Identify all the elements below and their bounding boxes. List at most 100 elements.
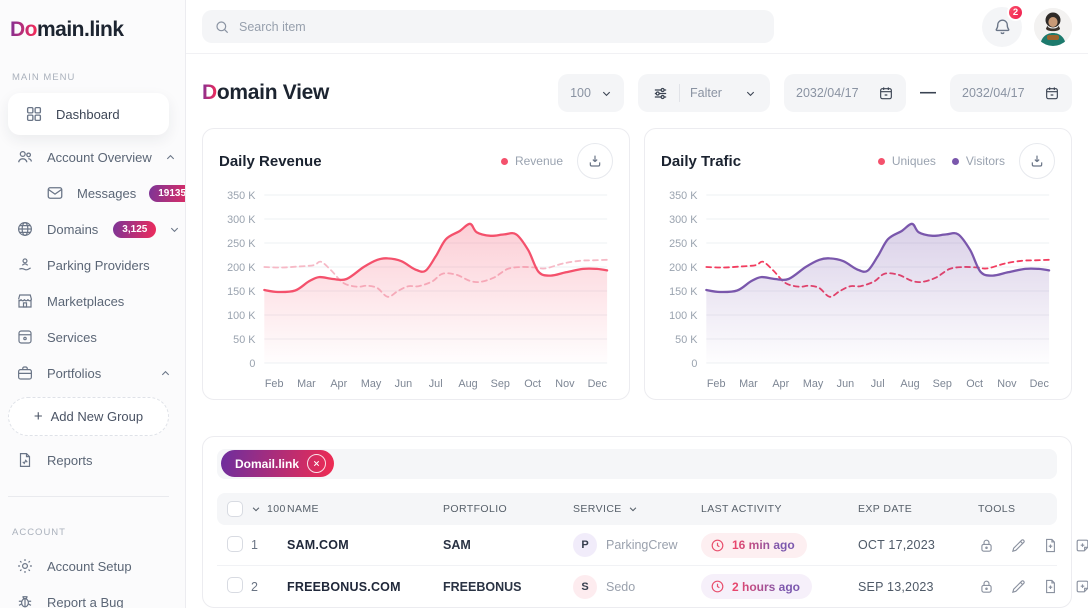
svg-text:250 K: 250 K [669, 238, 698, 250]
svg-text:Apr: Apr [330, 378, 347, 390]
sidebar-item-label: Messages [77, 186, 136, 201]
chart-title: Daily Trafic [661, 153, 741, 170]
activity-pill: 16 min ago [701, 533, 807, 558]
filter-value: Falter [690, 86, 722, 100]
column-header-exp-date[interactable]: EXP DATE [858, 503, 978, 515]
svg-text:Feb: Feb [707, 378, 726, 390]
add-new-group-button[interactable]: + Add New Group [8, 397, 169, 436]
brand-rest: main.link [37, 18, 124, 41]
sidebar-item-messages[interactable]: Messages 19135 [0, 175, 185, 211]
filter-tag-label: Domail.link [235, 457, 299, 471]
download-icon [587, 153, 603, 169]
gear-icon [16, 557, 34, 575]
svg-text:Nov: Nov [555, 378, 575, 390]
filter-dropdown[interactable]: Falter [638, 74, 770, 112]
column-header-service[interactable]: SERVICE [573, 503, 701, 515]
sidebar-item-account-overview[interactable]: Account Overview [0, 139, 185, 175]
brand-accent: Do [10, 18, 37, 41]
service-cell: S Sedo [573, 575, 701, 599]
svg-text:Sep: Sep [491, 378, 510, 390]
svg-text:350 K: 350 K [669, 190, 698, 202]
search-box[interactable] [202, 10, 774, 43]
select-count-value: 100 [267, 503, 286, 515]
note-add-button[interactable] [1074, 578, 1088, 595]
download-button[interactable] [577, 143, 613, 179]
domain-name[interactable]: SAM.COM [287, 538, 443, 552]
domain-name[interactable]: FREEBONUS.COM [287, 580, 443, 594]
edit-button[interactable] [1010, 578, 1027, 595]
table-row[interactable]: 1 SAM.COM SAM P ParkingCrew 16 min ago [217, 525, 1057, 566]
search-input[interactable] [239, 20, 762, 34]
app-root: Domain.link MAIN MENU Dashboard Account … [0, 0, 1088, 608]
sidebar-item-report-bug[interactable]: Report a Bug [0, 584, 185, 608]
parking-hand-icon [16, 256, 34, 274]
svg-text:Mar: Mar [297, 378, 316, 390]
brand-logo[interactable]: Domain.link [0, 14, 185, 42]
file-plus-button[interactable] [1042, 537, 1059, 554]
svg-text:Oct: Oct [524, 378, 541, 390]
svg-text:200 K: 200 K [669, 262, 698, 274]
chevron-down-icon [745, 88, 756, 99]
page-size-value: 100 [570, 86, 591, 100]
search-icon [214, 19, 230, 35]
activity-text: 16 min ago [732, 538, 795, 552]
download-icon [1029, 153, 1045, 169]
messages-count-badge: 19135 [149, 185, 186, 202]
sidebar-item-account-setup[interactable]: Account Setup [0, 548, 185, 584]
edit-button[interactable] [1010, 537, 1027, 554]
divider [679, 84, 680, 102]
filter-tag[interactable]: Domail.link [221, 450, 334, 477]
sidebar-item-dashboard[interactable]: Dashboard [8, 93, 169, 135]
activity-pill: 2 hours ago [701, 574, 812, 599]
column-header-tools: TOOLS [978, 503, 1057, 515]
sidebar-item-label: Dashboard [56, 107, 120, 122]
date-from-value: 2032/04/17 [796, 86, 859, 100]
bell-icon [993, 17, 1012, 36]
report-document-icon [16, 451, 34, 469]
svg-text:May: May [361, 378, 382, 390]
user-avatar[interactable] [1034, 8, 1072, 46]
sidebar-item-label: Parking Providers [47, 258, 150, 273]
lock-button[interactable] [978, 578, 995, 595]
column-header-name[interactable]: NAME [287, 503, 443, 515]
sidebar-item-portfolios[interactable]: Portfolios [0, 355, 185, 391]
sidebar-item-label: Services [47, 330, 97, 345]
plus-icon: + [34, 408, 43, 425]
download-button[interactable] [1019, 143, 1055, 179]
column-header-portfolio[interactable]: PORTFOLIO [443, 503, 573, 515]
column-header-last-activity[interactable]: LAST ACTIVITY [701, 503, 858, 515]
row-checkbox[interactable] [227, 536, 243, 552]
notification-count-badge: 2 [1007, 4, 1024, 21]
sidebar-item-reports[interactable]: Reports [0, 442, 185, 478]
lock-button[interactable] [978, 537, 995, 554]
chevron-up-icon [160, 368, 171, 379]
chevron-down-icon [169, 224, 180, 235]
last-activity-cell: 16 min ago [701, 533, 858, 558]
portfolio-value: FREEBONUS [443, 580, 573, 594]
file-plus-button[interactable] [1042, 578, 1059, 595]
close-icon[interactable] [307, 454, 326, 473]
svg-text:Mar: Mar [739, 378, 758, 390]
table-row[interactable]: 2 FREEBONUS.COM FREEBONUS S Sedo 2 hours… [217, 566, 1057, 607]
date-from-picker[interactable]: 2032/04/17 [784, 74, 906, 112]
svg-text:Dec: Dec [588, 378, 608, 390]
sliders-icon [652, 85, 669, 102]
page-head: Domain View 100 Falter [202, 74, 1072, 112]
note-add-button[interactable] [1074, 537, 1088, 554]
date-to-picker[interactable]: 2032/04/17 [950, 74, 1072, 112]
page-size-dropdown[interactable]: 100 [558, 74, 624, 112]
chevron-down-icon [628, 504, 638, 514]
select-count-dropdown[interactable]: 100 [251, 503, 287, 515]
sidebar-item-domains[interactable]: Domains 3,125 [0, 211, 185, 247]
svg-text:200 K: 200 K [227, 262, 256, 274]
sidebar-item-marketplaces[interactable]: Marketplaces [0, 283, 185, 319]
sidebar-item-parking-providers[interactable]: Parking Providers [0, 247, 185, 283]
sidebar-item-services[interactable]: Services [0, 319, 185, 355]
main-area: 2 Domain View [186, 0, 1088, 608]
calendar-icon [1044, 85, 1060, 101]
tools-cell [978, 578, 1088, 595]
users-icon [16, 148, 34, 166]
notifications-button[interactable]: 2 [982, 7, 1022, 47]
select-all-checkbox[interactable] [227, 501, 243, 517]
row-checkbox[interactable] [227, 577, 243, 593]
